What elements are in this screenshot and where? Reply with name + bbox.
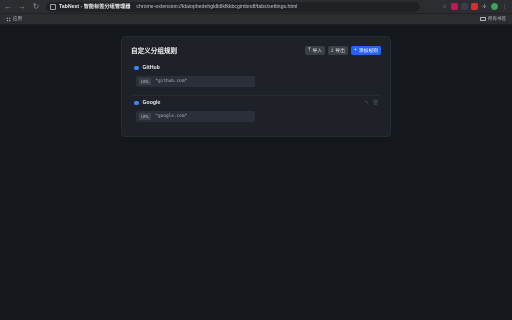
address-bar[interactable]: TabNest - 智能标签分组管理器 chrome-extension://l… (46, 1, 420, 12)
pattern-type-tag: URL (139, 78, 152, 85)
rule-name: GitHub (142, 65, 160, 71)
import-button[interactable]: ⤒ 导入 (305, 45, 326, 55)
pattern-text: *github.com* (155, 79, 188, 84)
extension-icon-pink[interactable] (451, 3, 458, 10)
folder-icon (480, 16, 486, 22)
all-bookmarks[interactable]: 所有书签 (480, 16, 506, 22)
delete-icon[interactable]: 🗑 (373, 100, 379, 106)
extension-icon-grid[interactable] (461, 3, 468, 10)
menu-more-icon[interactable]: ⋮ (501, 3, 508, 10)
add-rule-label: 添加规则 (358, 48, 378, 54)
rule-operations: ✎ 🗑 (364, 100, 379, 106)
panel-header: 自定义分组规则 ⤒ 导入 ⤓ 导出 + 添加规则 (131, 44, 381, 56)
rule-divider (131, 95, 381, 96)
apps-label: 应用 (13, 16, 22, 21)
pattern-text: *google.com* (155, 114, 188, 119)
rule-color-dot (134, 65, 139, 71)
export-button[interactable]: ⤓ 导出 (328, 45, 348, 55)
all-bookmarks-label: 所有书签 (488, 16, 506, 21)
apps-grid-icon (6, 16, 11, 22)
edit-icon[interactable]: ✎ (364, 100, 368, 106)
forward-icon[interactable]: → (16, 1, 28, 13)
import-label: 导入 (312, 48, 323, 54)
apps-shortcut[interactable]: 应用 (6, 16, 22, 22)
custom-group-rules-panel: 自定义分组规则 ⤒ 导入 ⤓ 导出 + 添加规则 GitHub URL *git… (121, 36, 391, 137)
extension-icon-red[interactable] (471, 3, 478, 10)
page-url: chrome-extension://ldaiophedehgldldlkfkk… (136, 3, 298, 10)
reload-icon[interactable]: ↻ (30, 1, 42, 13)
export-label: 导出 (335, 48, 345, 54)
add-rule-button[interactable]: + 添加规则 (350, 45, 381, 55)
extension-page-icon (50, 3, 56, 10)
panel-actions: ⤒ 导入 ⤓ 导出 + 添加规则 (305, 45, 381, 55)
browser-toolbar: ← → ↻ TabNest - 智能标签分组管理器 chrome-extensi… (0, 0, 512, 14)
rule-pattern: URL *github.com* (136, 76, 255, 87)
profile-avatar-icon[interactable] (491, 3, 498, 10)
rule-name: Google (142, 100, 161, 106)
extensions-puzzle-icon[interactable]: ✣ (481, 3, 488, 10)
back-icon[interactable]: ← (2, 1, 14, 13)
plus-icon: + (353, 47, 357, 53)
download-icon: ⤓ (331, 47, 334, 53)
bookmark-star-icon[interactable]: ☆ (441, 3, 448, 10)
rule-pattern: URL *google.com* (136, 111, 255, 122)
bookmarks-bar: 应用 所有书签 (0, 14, 512, 25)
page-origin: TabNest - 智能标签分组管理器 (59, 4, 131, 10)
pattern-type-tag: URL (139, 113, 152, 120)
rule-item-github[interactable]: GitHub URL *github.com* (131, 63, 383, 93)
panel-title: 自定义分组规则 (131, 48, 178, 55)
rule-item-google[interactable]: Google ✎ 🗑 URL *google.com* (131, 98, 383, 128)
upload-icon: ⤒ (308, 47, 311, 53)
rule-color-dot (134, 100, 139, 106)
